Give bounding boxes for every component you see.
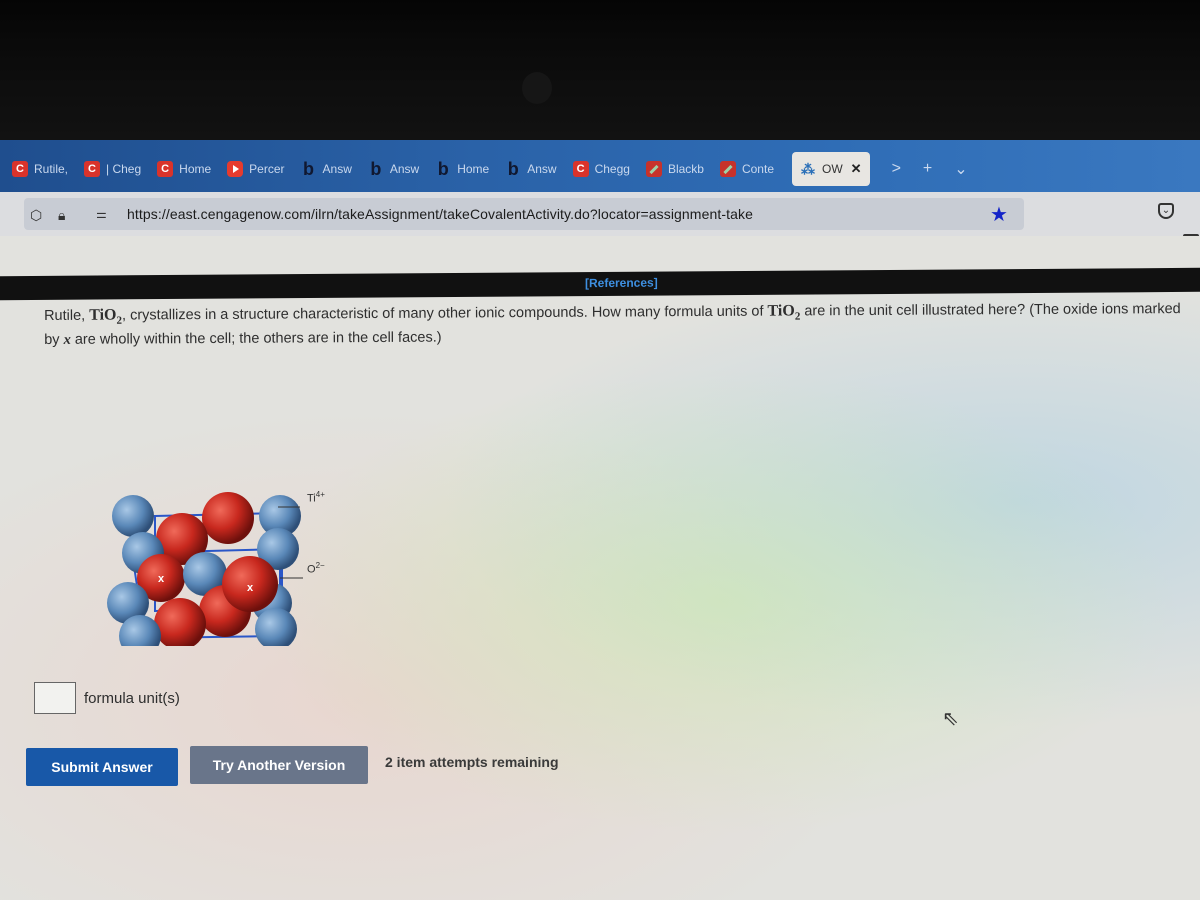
browser-tab[interactable]: C | Cheg xyxy=(76,152,149,186)
lock-icon[interactable]: 🔒︎ xyxy=(58,207,65,224)
chegg-icon: C xyxy=(12,161,28,177)
chegg-icon: C xyxy=(572,161,589,177)
references-link[interactable]: [References] xyxy=(585,276,658,291)
navigation-bar: ⬡ 🔒︎ ⚌ https://east.cengagenow.com/ilrn/… xyxy=(0,192,1200,236)
bookmark-star-icon[interactable]: ★ xyxy=(990,202,1008,227)
tab-label: OW xyxy=(822,162,843,176)
bartleby-icon: b xyxy=(303,158,315,179)
o-ion xyxy=(202,492,254,544)
assignment-content: [References] Rutile, TiO2, crystallizes … xyxy=(0,236,1200,900)
url-text[interactable]: https://east.cengagenow.com/ilrn/takeAss… xyxy=(127,206,753,222)
try-another-version-button[interactable]: Try Another Version xyxy=(190,746,368,784)
attempts-remaining-text: 2 item attempts remaining xyxy=(385,754,559,770)
blackboard-icon xyxy=(719,161,736,177)
formula-tio2: TiO2 xyxy=(89,306,123,327)
submit-answer-button[interactable]: Submit Answer xyxy=(26,748,178,786)
youtube-icon xyxy=(227,161,244,177)
pocket-icon[interactable]: ⌄ xyxy=(1158,203,1174,219)
tab-label: | Cheg xyxy=(106,162,142,176)
browser-tab[interactable]: b Answ xyxy=(293,152,360,186)
close-tab-icon[interactable]: ✕ xyxy=(851,161,862,177)
tab-label: Answ xyxy=(527,162,557,176)
ti-ion-label: Ti4+ xyxy=(307,490,325,505)
browser-tab[interactable]: b Home xyxy=(427,152,497,186)
shield-icon[interactable]: ⬡ xyxy=(30,207,42,224)
tab-scroll-icon[interactable]: > xyxy=(892,160,901,178)
tab-label: Home xyxy=(457,162,490,176)
blackboard-icon xyxy=(645,161,662,177)
answer-input[interactable] xyxy=(34,682,76,714)
owl-icon: ⁂ xyxy=(801,160,815,177)
ti-ion xyxy=(112,495,154,537)
browser-tab-active[interactable]: ⁂ OW ✕ xyxy=(792,152,870,186)
tab-label: Answ xyxy=(322,162,352,176)
tab-label: Answ xyxy=(389,162,420,176)
x-marker: x xyxy=(247,582,254,594)
chegg-icon: C xyxy=(84,161,101,177)
bartleby-icon: b xyxy=(507,158,519,179)
browser-tab[interactable]: b Answ xyxy=(497,152,564,186)
o-ion-label: O2− xyxy=(307,561,325,576)
tab-label: Conte xyxy=(741,162,774,176)
chegg-icon: C xyxy=(157,161,174,177)
bartleby-icon: b xyxy=(370,158,382,179)
browser-tab[interactable]: b Answ xyxy=(360,152,427,186)
browser-tab[interactable]: C Home xyxy=(149,152,219,186)
browser-tab[interactable]: C Rutile, xyxy=(4,152,76,186)
new-tab-button[interactable]: + xyxy=(923,160,932,178)
question-text: Rutile, TiO2, crystallizes in a structur… xyxy=(44,301,1181,349)
tab-label: Rutile, xyxy=(34,162,69,176)
browser-tab[interactable]: C Chegg xyxy=(565,152,638,186)
formula-tio2: TiO2 xyxy=(767,302,801,323)
o-ion xyxy=(154,598,206,646)
bartleby-icon: b xyxy=(437,158,449,179)
browser-window: C Rutile, C | Cheg C Home Percer b Answ b Answ b Hom… xyxy=(0,140,1200,900)
tab-label: Percer xyxy=(249,162,285,176)
permissions-icon[interactable]: ⚌ xyxy=(96,207,107,221)
monitor-bezel xyxy=(0,0,1200,140)
browser-tab[interactable]: Percer xyxy=(219,152,292,186)
answer-unit-label: formula unit(s) xyxy=(84,690,180,707)
references-bar: [References] xyxy=(0,267,1200,301)
browser-tab[interactable]: Blackb xyxy=(638,152,712,186)
x-marker: x xyxy=(158,573,165,585)
mouse-cursor-icon: ⇖ xyxy=(942,708,959,730)
tab-strip: C Rutile, C | Cheg C Home Percer b Answ b Answ b Hom… xyxy=(0,140,1200,192)
tab-list-icon[interactable]: ⌄ xyxy=(954,159,967,179)
webcam xyxy=(522,72,552,104)
tab-label: Chegg xyxy=(594,162,630,176)
tab-label: Blackb xyxy=(667,162,704,176)
browser-tab[interactable]: Conte xyxy=(712,152,782,186)
tab-label: Home xyxy=(179,162,212,176)
x-marker: x xyxy=(63,332,71,349)
